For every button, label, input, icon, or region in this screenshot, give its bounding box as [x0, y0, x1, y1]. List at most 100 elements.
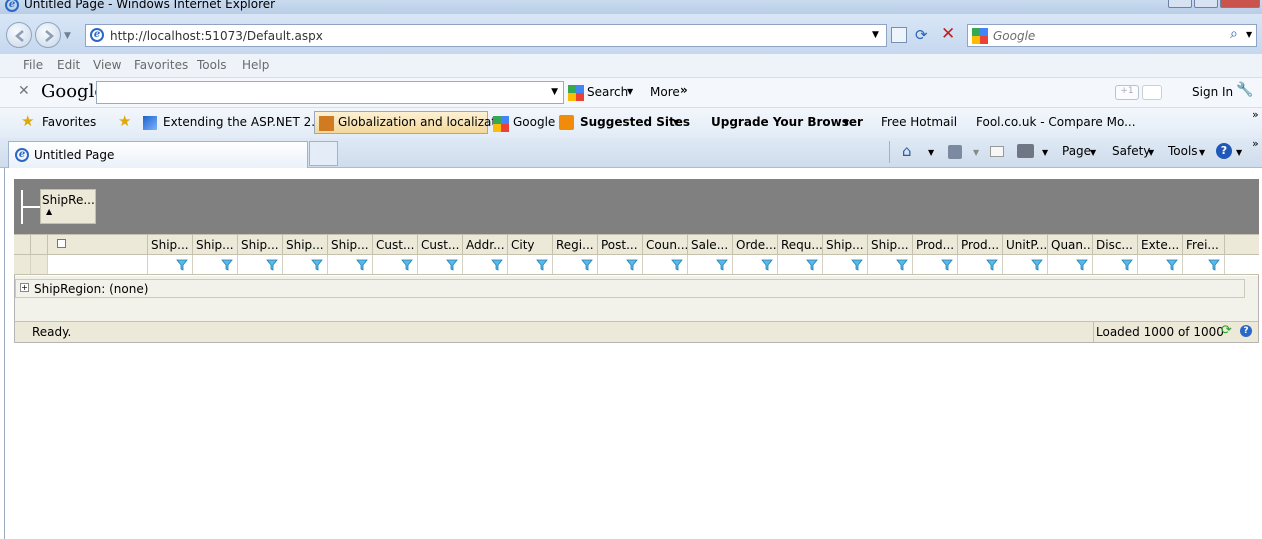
col-header-11[interactable]: Coun...: [643, 235, 688, 255]
filter-funnel-icon[interactable]: [986, 259, 998, 271]
fav-item-free-hotmail[interactable]: Free Hotmail: [881, 115, 957, 129]
col-header-20[interactable]: Quan...: [1048, 235, 1093, 255]
filter-cell[interactable]: [238, 255, 283, 274]
filter-cell[interactable]: [913, 255, 958, 274]
filter-cell[interactable]: [958, 255, 1003, 274]
more-button[interactable]: More: [650, 85, 680, 99]
expand-group-icon[interactable]: +: [20, 283, 29, 292]
filter-cell[interactable]: [778, 255, 823, 274]
refresh-grid-icon[interactable]: ⟳: [1221, 323, 1232, 338]
filter-funnel-icon[interactable]: [446, 259, 458, 271]
feeds-dropdown-icon[interactable]: ▼: [973, 148, 979, 157]
tab-title[interactable]: Untitled Page: [34, 148, 114, 162]
wrench-icon[interactable]: 🔧: [1236, 82, 1253, 98]
menu-favorites[interactable]: Favorites: [134, 58, 188, 72]
page-menu[interactable]: Page: [1062, 144, 1091, 158]
col-header-1[interactable]: Ship...: [193, 235, 238, 255]
command-bar-overflow-chevron-icon[interactable]: »: [1252, 137, 1259, 150]
favorites-overflow-chevron-icon[interactable]: »: [1252, 108, 1259, 121]
col-header-3[interactable]: Ship...: [283, 235, 328, 255]
upgrade-browser-dropdown-icon[interactable]: ▼: [843, 118, 849, 127]
fav-item-globalization-highlight[interactable]: Globalization and localizat...: [314, 111, 508, 134]
filter-funnel-icon[interactable]: [266, 259, 278, 271]
close-toolbar-icon[interactable]: ✕: [18, 83, 30, 99]
col-header-22[interactable]: Exte...: [1138, 235, 1183, 255]
filter-funnel-icon[interactable]: [536, 259, 548, 271]
filter-cell[interactable]: [1003, 255, 1048, 274]
filter-funnel-icon[interactable]: [1076, 259, 1088, 271]
group-row-shipregion[interactable]: + ShipRegion: (none): [15, 279, 1245, 298]
filter-cell[interactable]: [1183, 255, 1225, 274]
filter-cell[interactable]: [148, 255, 193, 274]
select-all-checkbox[interactable]: [57, 239, 66, 248]
safety-dropdown-icon[interactable]: ▼: [1148, 148, 1154, 157]
read-mail-icon[interactable]: [990, 146, 1004, 157]
filter-funnel-icon[interactable]: [221, 259, 233, 271]
menu-edit[interactable]: Edit: [57, 58, 80, 72]
fav-item-extending-aspnet[interactable]: Extending the ASP.NET 2....: [163, 115, 326, 129]
col-header-19[interactable]: UnitP...: [1003, 235, 1048, 255]
stop-icon[interactable]: ✕: [941, 24, 955, 44]
group-by-shipregion-button[interactable]: ShipRe... ▲: [40, 189, 96, 224]
print-dropdown-icon[interactable]: ▼: [1042, 148, 1048, 157]
favorites-button[interactable]: Favorites: [42, 115, 96, 129]
col-header-23[interactable]: Frei...: [1183, 235, 1225, 255]
filter-funnel-icon[interactable]: [896, 259, 908, 271]
menu-help[interactable]: Help: [242, 58, 269, 72]
recent-pages-dropdown-icon[interactable]: ▼: [64, 31, 71, 41]
search-options-dropdown-icon[interactable]: ▼: [1246, 30, 1252, 39]
filter-funnel-icon[interactable]: [1031, 259, 1043, 271]
filter-cell[interactable]: [463, 255, 508, 274]
col-header-6[interactable]: Cust...: [418, 235, 463, 255]
new-tab-button[interactable]: [309, 141, 338, 166]
filter-funnel-icon[interactable]: [851, 259, 863, 271]
col-header-14[interactable]: Requ...: [778, 235, 823, 255]
compatibility-view-icon[interactable]: [891, 27, 907, 43]
grid-help-icon[interactable]: ?: [1240, 325, 1252, 337]
help-dropdown-icon[interactable]: ▼: [1236, 148, 1242, 157]
plus-one-button[interactable]: +1: [1115, 85, 1139, 100]
filter-cell[interactable]: [868, 255, 913, 274]
col-header-17[interactable]: Prod...: [913, 235, 958, 255]
filter-cell[interactable]: [373, 255, 418, 274]
filter-funnel-icon[interactable]: [626, 259, 638, 271]
tools-menu[interactable]: Tools: [1168, 144, 1198, 158]
filter-cell[interactable]: [688, 255, 733, 274]
filter-cell[interactable]: [823, 255, 868, 274]
menu-file[interactable]: File: [23, 58, 43, 72]
tab-untitled-page[interactable]: e Untitled Page: [8, 141, 308, 168]
col-header-18[interactable]: Prod...: [958, 235, 1003, 255]
search-history-dropdown-icon[interactable]: ▼: [551, 87, 558, 97]
col-header-4[interactable]: Ship...: [328, 235, 373, 255]
address-url[interactable]: http://localhost:51073/Default.aspx: [110, 29, 323, 43]
refresh-icon[interactable]: ⟳: [915, 26, 928, 44]
search-box[interactable]: Google ⌕ ▼: [967, 24, 1257, 47]
filter-cell[interactable]: [328, 255, 373, 274]
minimize-button[interactable]: [1168, 0, 1192, 8]
suggested-sites-dropdown-icon[interactable]: ▼: [673, 118, 679, 127]
col-header-5[interactable]: Cust...: [373, 235, 418, 255]
search-magnifier-icon[interactable]: ⌕: [1230, 26, 1238, 42]
filter-funnel-icon[interactable]: [491, 259, 503, 271]
filter-funnel-icon[interactable]: [356, 259, 368, 271]
col-header-7[interactable]: Addr...: [463, 235, 508, 255]
filter-funnel-icon[interactable]: [716, 259, 728, 271]
search-dropdown-icon[interactable]: ▼: [627, 87, 633, 96]
fav-item-upgrade-browser[interactable]: Upgrade Your Browser: [711, 115, 863, 129]
filter-cell[interactable]: [508, 255, 553, 274]
print-icon[interactable]: [1017, 144, 1034, 158]
col-header-16[interactable]: Ship...: [868, 235, 913, 255]
col-header-12[interactable]: Sale...: [688, 235, 733, 255]
menu-view[interactable]: View: [93, 58, 121, 72]
address-bar[interactable]: e http://localhost:51073/Default.aspx ▼: [85, 24, 887, 47]
col-header-9[interactable]: Regi...: [553, 235, 598, 255]
col-header-15[interactable]: Ship...: [823, 235, 868, 255]
filter-cell[interactable]: [643, 255, 688, 274]
filter-funnel-icon[interactable]: [941, 259, 953, 271]
filter-cell[interactable]: [733, 255, 778, 274]
home-dropdown-icon[interactable]: ▼: [928, 148, 934, 157]
filter-cell[interactable]: [1093, 255, 1138, 274]
col-header-8[interactable]: City: [508, 235, 553, 255]
filter-funnel-icon[interactable]: [176, 259, 188, 271]
col-header-2[interactable]: Ship...: [238, 235, 283, 255]
